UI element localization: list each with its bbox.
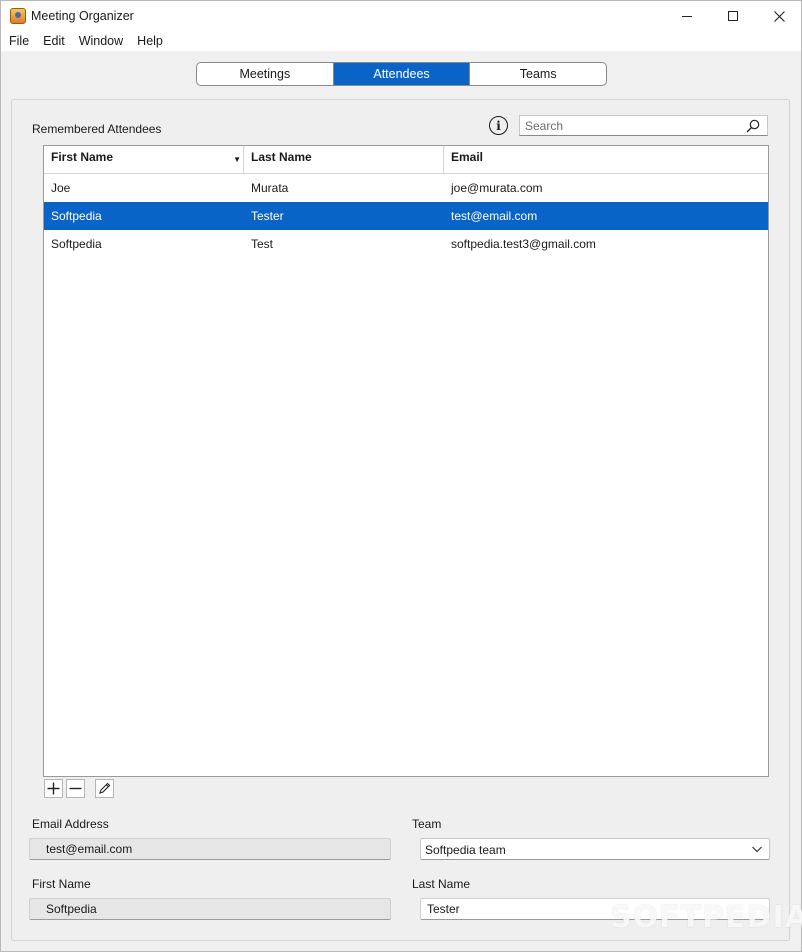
search-input[interactable] [520, 116, 735, 135]
column-header-first-name[interactable]: First Name ▼ [44, 146, 244, 174]
tab-meetings[interactable]: Meetings [197, 63, 334, 85]
minimize-icon [682, 15, 692, 17]
first-name-label: First Name [32, 877, 91, 891]
table-row[interactable]: Joe Murata joe@murata.com [44, 174, 768, 202]
maximize-button[interactable] [710, 1, 756, 31]
table-row[interactable]: Softpedia Test softpedia.test3@gmail.com [44, 230, 768, 258]
tab-teams[interactable]: Teams [470, 63, 606, 85]
section-title: Remembered Attendees [32, 122, 162, 136]
last-name-field[interactable]: Tester [420, 898, 770, 920]
email-label: Email Address [32, 817, 109, 831]
search-icon[interactable] [746, 119, 760, 133]
email-field[interactable]: test@email.com [29, 838, 391, 860]
maximize-icon [728, 11, 738, 21]
column-header-label: First Name [51, 150, 114, 164]
last-name-label: Last Name [412, 877, 471, 891]
close-icon [773, 10, 785, 22]
info-icon[interactable]: i [489, 116, 508, 135]
team-selected-value: Softpedia team [425, 843, 506, 857]
app-logo-icon [10, 8, 26, 24]
view-tabs: Meetings Attendees Teams [196, 62, 607, 86]
pencil-icon [99, 782, 111, 794]
remove-attendee-button[interactable] [66, 779, 85, 798]
attendees-table: First Name ▼ Last Name Email Joe Murata … [43, 145, 769, 777]
menu-edit[interactable]: Edit [43, 34, 65, 48]
plus-icon [47, 782, 60, 795]
cell-email: softpedia.test3@gmail.com [451, 237, 596, 251]
first-name-field[interactable]: Softpedia [29, 898, 391, 920]
add-attendee-button[interactable] [44, 779, 63, 798]
table-header: First Name ▼ Last Name Email [44, 146, 768, 174]
title-bar: Meeting Organizer [1, 1, 801, 31]
menu-window[interactable]: Window [79, 34, 123, 48]
team-select[interactable]: Softpedia team [420, 838, 770, 860]
menu-bar: File Edit Window Help [1, 31, 801, 51]
cell-first-name: Softpedia [51, 209, 102, 223]
close-button[interactable] [756, 1, 802, 31]
edit-attendee-button[interactable] [95, 779, 114, 798]
minimize-button[interactable] [664, 1, 710, 31]
cell-last-name: Test [251, 237, 274, 251]
tab-attendees[interactable]: Attendees [333, 63, 471, 85]
cell-first-name: Softpedia [51, 237, 102, 251]
cell-last-name: Tester [251, 209, 284, 223]
cell-email: test@email.com [451, 209, 538, 223]
search-field [519, 115, 768, 136]
cell-first-name: Joe [51, 181, 71, 195]
column-header-last-name[interactable]: Last Name [244, 146, 444, 174]
cell-last-name: Murata [251, 181, 289, 195]
column-header-email[interactable]: Email [444, 146, 768, 174]
minus-icon [69, 787, 82, 790]
table-row-selected[interactable]: Softpedia Tester test@email.com [44, 202, 768, 230]
menu-file[interactable]: File [9, 34, 29, 48]
menu-help[interactable]: Help [137, 34, 163, 48]
cell-email: joe@murata.com [451, 181, 543, 195]
window-title: Meeting Organizer [31, 9, 134, 23]
chevron-down-icon [752, 846, 762, 853]
sort-descending-icon: ▼ [233, 155, 241, 164]
team-label: Team [412, 817, 442, 831]
